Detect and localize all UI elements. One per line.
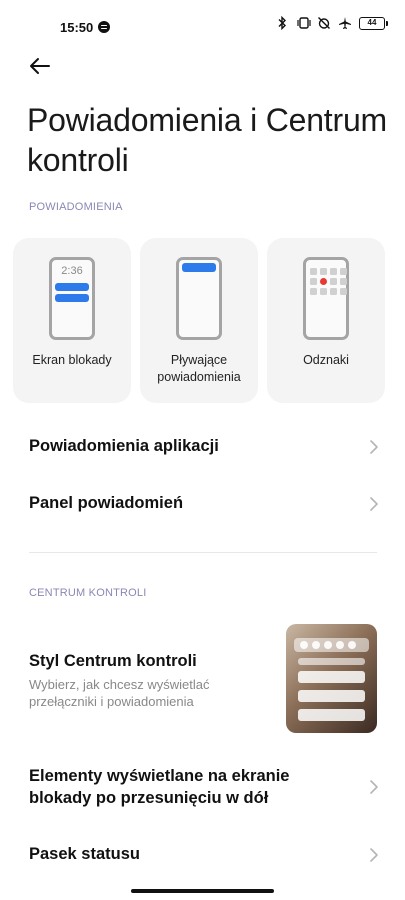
preview-time: 2:36	[61, 265, 83, 277]
row-lock-screen-pull-down-items[interactable]: Elementy wyświetlane na ekranie blokady …	[29, 765, 378, 809]
card-label: Ekran blokady	[32, 353, 112, 367]
status-bar: 15:50 44	[0, 0, 405, 56]
battery-icon: 44	[359, 16, 388, 30]
row-title: Powiadomienia aplikacji	[29, 437, 219, 455]
notification-style-cards: 2:36 Ekran blokady Pływające powiadomien…	[13, 238, 393, 403]
preview-notification	[298, 690, 365, 702]
back-button[interactable]	[24, 50, 56, 82]
spotify-icon	[98, 21, 110, 33]
preview-notification	[298, 671, 365, 683]
home-indicator[interactable]	[131, 889, 274, 893]
section-header-control-center: CENTRUM KONTROLI	[29, 587, 147, 599]
back-arrow-icon	[30, 58, 50, 74]
airplane-icon	[338, 16, 352, 30]
app-grid	[310, 268, 347, 295]
row-title: Styl Centrum kontroli	[29, 652, 197, 670]
alarm-off-icon	[317, 16, 331, 30]
lock-screen-preview-icon: 2:36	[49, 257, 95, 340]
row-subtitle: Wybierz, jak chcesz wyświetlać przełączn…	[29, 677, 210, 709]
card-label: Odznaki	[303, 353, 349, 367]
preview-notification-bar	[55, 283, 89, 291]
chevron-right-icon	[370, 780, 378, 794]
preview-toggles	[300, 641, 356, 649]
status-icons: 44	[275, 15, 388, 31]
preview-notification	[298, 709, 365, 721]
row-title: Panel powiadomień	[29, 494, 184, 512]
section-header-notifications: POWIADOMIENIA	[29, 201, 123, 213]
row-title: Pasek statusu	[29, 845, 140, 863]
row-app-notifications[interactable]: Powiadomienia aplikacji	[29, 435, 379, 459]
preview-floating-bar	[182, 263, 216, 272]
bluetooth-icon	[275, 15, 289, 31]
card-floating-notifications[interactable]: Pływające powiadomienia	[140, 238, 258, 403]
badge-dot	[320, 278, 327, 285]
chevron-right-icon	[370, 440, 378, 454]
vibrate-icon	[296, 16, 311, 30]
control-center-style-preview[interactable]	[286, 624, 377, 733]
card-label: Pływające powiadomienia	[157, 353, 241, 384]
row-notification-shade[interactable]: Panel powiadomień	[29, 492, 379, 516]
row-status-bar[interactable]: Pasek statusu	[29, 843, 379, 867]
divider	[29, 552, 377, 553]
page-title: Powiadomienia i Centrum kontroli	[27, 102, 388, 178]
preview-slider	[298, 658, 365, 665]
floating-notification-preview-icon	[176, 257, 222, 340]
row-control-center-style[interactable]: Styl Centrum kontroli Wybierz, jak chces…	[29, 650, 269, 710]
chevron-right-icon	[370, 497, 378, 511]
status-time: 15:50	[60, 20, 94, 35]
preview-notification-bar	[55, 294, 89, 302]
card-lock-screen[interactable]: 2:36 Ekran blokady	[13, 238, 131, 403]
badges-preview-icon	[303, 257, 349, 340]
chevron-right-icon	[370, 848, 378, 862]
card-badges[interactable]: Odznaki	[267, 238, 385, 403]
row-title: Elementy wyświetlane na ekranie blokady …	[29, 767, 290, 807]
